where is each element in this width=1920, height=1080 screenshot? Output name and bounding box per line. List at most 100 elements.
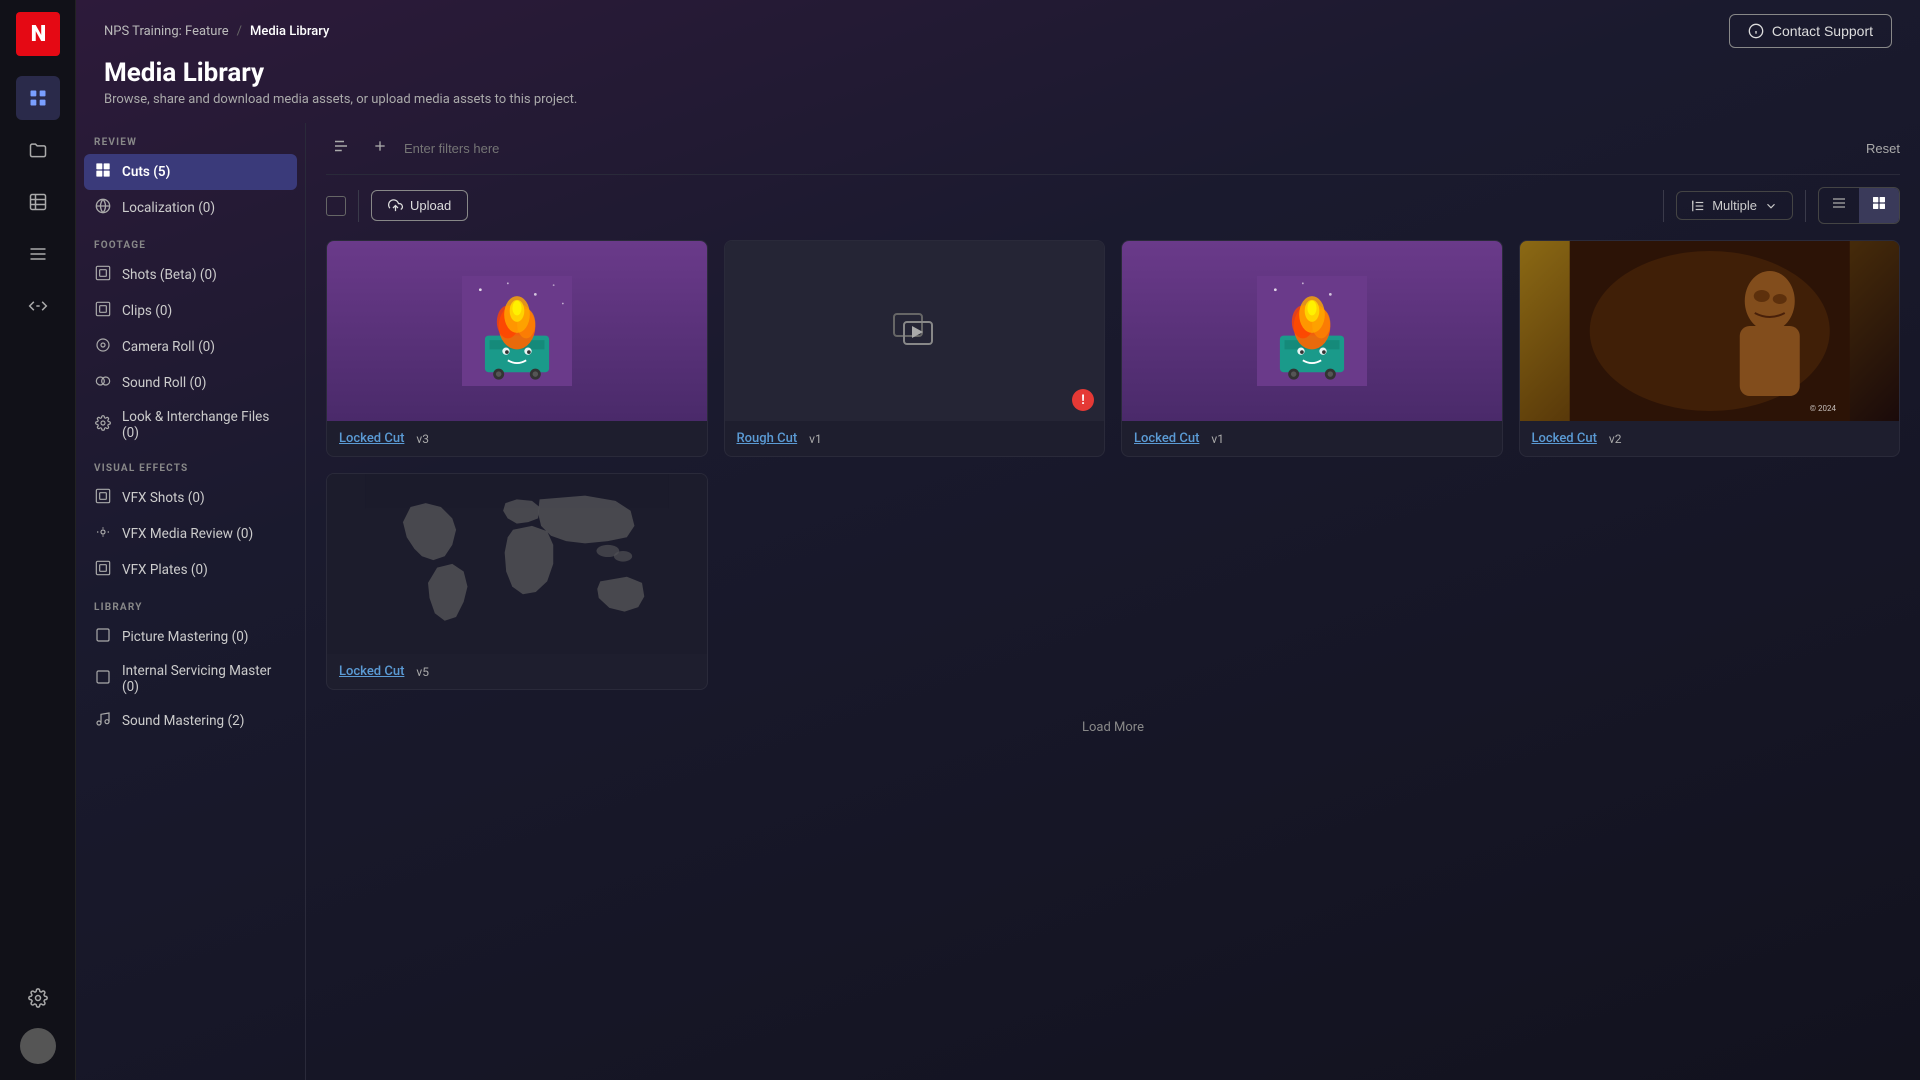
sidebar-item-internal-servicing[interactable]: Internal Servicing Master (0) — [84, 655, 297, 703]
filter-add-button[interactable] — [366, 134, 394, 163]
list-icon — [28, 244, 48, 264]
folder-icon — [28, 140, 48, 160]
card-2-version: v1 — [809, 432, 822, 446]
error-badge: ! — [1072, 389, 1094, 411]
page-subtitle: Browse, share and download media assets,… — [104, 92, 1892, 107]
media-card-3[interactable]: Locked Cut v1 — [1121, 240, 1503, 457]
grid-view-button[interactable] — [1859, 188, 1899, 223]
card-2-title[interactable]: Rough Cut — [737, 431, 798, 446]
cuts-label: Cuts (5) — [122, 164, 170, 180]
card-3-version: v1 — [1211, 432, 1224, 446]
card-5-info: Locked Cut v5 — [327, 654, 707, 689]
card-1-title[interactable]: Locked Cut — [339, 431, 404, 446]
chevron-down-icon — [1764, 199, 1778, 213]
select-all-checkbox[interactable] — [326, 196, 346, 216]
netflix-logo: N — [16, 12, 60, 56]
sidebar-item-sound-roll[interactable]: Sound Roll (0) — [84, 365, 297, 401]
nav-icon-grid[interactable] — [16, 76, 60, 120]
sort-icon — [1691, 199, 1705, 213]
view-toggle — [1818, 187, 1900, 224]
picture-mastering-label: Picture Mastering (0) — [122, 629, 249, 645]
card-4-version: v2 — [1609, 432, 1622, 446]
vfx-plates-icon — [94, 560, 112, 580]
person-silhouette: © 2024 — [1520, 241, 1900, 421]
user-avatar[interactable] — [20, 1028, 56, 1064]
camera-roll-icon — [94, 337, 112, 357]
sidebar-item-look-interchange[interactable]: Look & Interchange Files (0) — [84, 401, 297, 449]
filter-bar: Reset — [326, 123, 1900, 175]
card-3-info: Locked Cut v1 — [1122, 421, 1502, 456]
internal-servicing-icon — [94, 669, 112, 689]
sound-roll-label: Sound Roll (0) — [122, 375, 206, 391]
nav-icon-list[interactable] — [16, 232, 60, 276]
sidebar-item-cuts[interactable]: Cuts (5) — [84, 154, 297, 190]
sidebar-item-vfx-plates[interactable]: VFX Plates (0) — [84, 552, 297, 588]
shots-beta-icon — [94, 265, 112, 285]
icon-sidebar: N — [0, 0, 76, 1080]
nav-icon-settings[interactable] — [16, 976, 60, 1020]
card-4-thumbnail: © 2024 — [1520, 241, 1900, 421]
sidebar-item-vfx-media-review[interactable]: VFX Media Review (0) — [84, 516, 297, 552]
filter-icon — [332, 137, 350, 155]
card-1-version: v3 — [416, 432, 429, 446]
media-card-1[interactable]: Locked Cut v3 — [326, 240, 708, 457]
list-view-button[interactable] — [1819, 188, 1859, 223]
breadcrumb-parent[interactable]: NPS Training: Feature — [104, 24, 229, 39]
card-1-info: Locked Cut v3 — [327, 421, 707, 456]
left-nav: REVIEW Cuts (5) Localization (0) FOOTAGE — [76, 123, 306, 1080]
media-card-4[interactable]: © 2024 Locked Cut v2 — [1519, 240, 1901, 457]
card-1-thumbnail — [327, 241, 707, 421]
reset-filters-button[interactable]: Reset — [1866, 141, 1900, 156]
media-card-2[interactable]: ! Rough Cut v1 — [724, 240, 1106, 457]
sidebar-item-localization[interactable]: Localization (0) — [84, 190, 297, 226]
card-3-title[interactable]: Locked Cut — [1134, 431, 1199, 446]
card-3-thumbnail — [1122, 241, 1502, 421]
dumpster-fire-image-2 — [1257, 276, 1367, 386]
nav-section-footage: FOOTAGE — [84, 226, 297, 257]
localization-icon — [94, 198, 112, 218]
filter-icon-button[interactable] — [326, 133, 356, 164]
film-person-image: © 2024 — [1520, 241, 1900, 421]
contact-support-button[interactable]: Contact Support — [1729, 14, 1892, 48]
nav-icon-table[interactable] — [16, 180, 60, 224]
sidebar-item-shots-beta[interactable]: Shots (Beta) (0) — [84, 257, 297, 293]
clips-icon — [94, 301, 112, 321]
sort-label: Multiple — [1712, 198, 1757, 213]
localization-label: Localization (0) — [122, 200, 215, 216]
nav-icon-folder[interactable] — [16, 128, 60, 172]
keyframe-icon — [28, 296, 48, 316]
card-4-title[interactable]: Locked Cut — [1532, 431, 1597, 446]
sort-button[interactable]: Multiple — [1676, 191, 1793, 220]
cuts-icon — [94, 162, 112, 182]
world-map-image — [365, 474, 669, 654]
toolbar-divider-3 — [1805, 190, 1806, 222]
look-interchange-label: Look & Interchange Files (0) — [122, 409, 287, 441]
body-split: REVIEW Cuts (5) Localization (0) FOOTAGE — [76, 123, 1920, 1080]
vfx-media-review-label: VFX Media Review (0) — [122, 526, 253, 542]
media-grid: Locked Cut v3 ! — [326, 240, 1900, 700]
sound-mastering-icon — [94, 711, 112, 731]
card-5-title[interactable]: Locked Cut — [339, 664, 404, 679]
upload-button[interactable]: Upload — [371, 190, 468, 221]
media-card-5[interactable]: Locked Cut v5 — [326, 473, 708, 690]
card-5-thumbnail — [327, 474, 707, 654]
sidebar-item-clips[interactable]: Clips (0) — [84, 293, 297, 329]
breadcrumb-current: Media Library — [250, 24, 329, 39]
sidebar-bottom — [16, 976, 60, 1080]
nav-icon-keyframe[interactable] — [16, 284, 60, 328]
load-more-button[interactable]: Load More — [326, 700, 1900, 739]
sidebar-item-camera-roll[interactable]: Camera Roll (0) — [84, 329, 297, 365]
contact-support-label: Contact Support — [1772, 23, 1873, 39]
filter-input[interactable] — [404, 141, 1856, 156]
sidebar-item-sound-mastering[interactable]: Sound Mastering (2) — [84, 703, 297, 739]
internal-servicing-label: Internal Servicing Master (0) — [122, 663, 287, 695]
right-content-area: Reset Upload — [306, 123, 1920, 1080]
breadcrumb: NPS Training: Feature / Media Library — [104, 24, 329, 39]
nav-section-vfx: VISUAL EFFECTS — [84, 449, 297, 480]
page-title: Media Library — [104, 58, 1892, 88]
vfx-media-review-icon — [94, 524, 112, 544]
clips-label: Clips (0) — [122, 303, 172, 319]
sidebar-item-picture-mastering[interactable]: Picture Mastering (0) — [84, 619, 297, 655]
sidebar-item-vfx-shots[interactable]: VFX Shots (0) — [84, 480, 297, 516]
shots-beta-label: Shots (Beta) (0) — [122, 267, 217, 283]
